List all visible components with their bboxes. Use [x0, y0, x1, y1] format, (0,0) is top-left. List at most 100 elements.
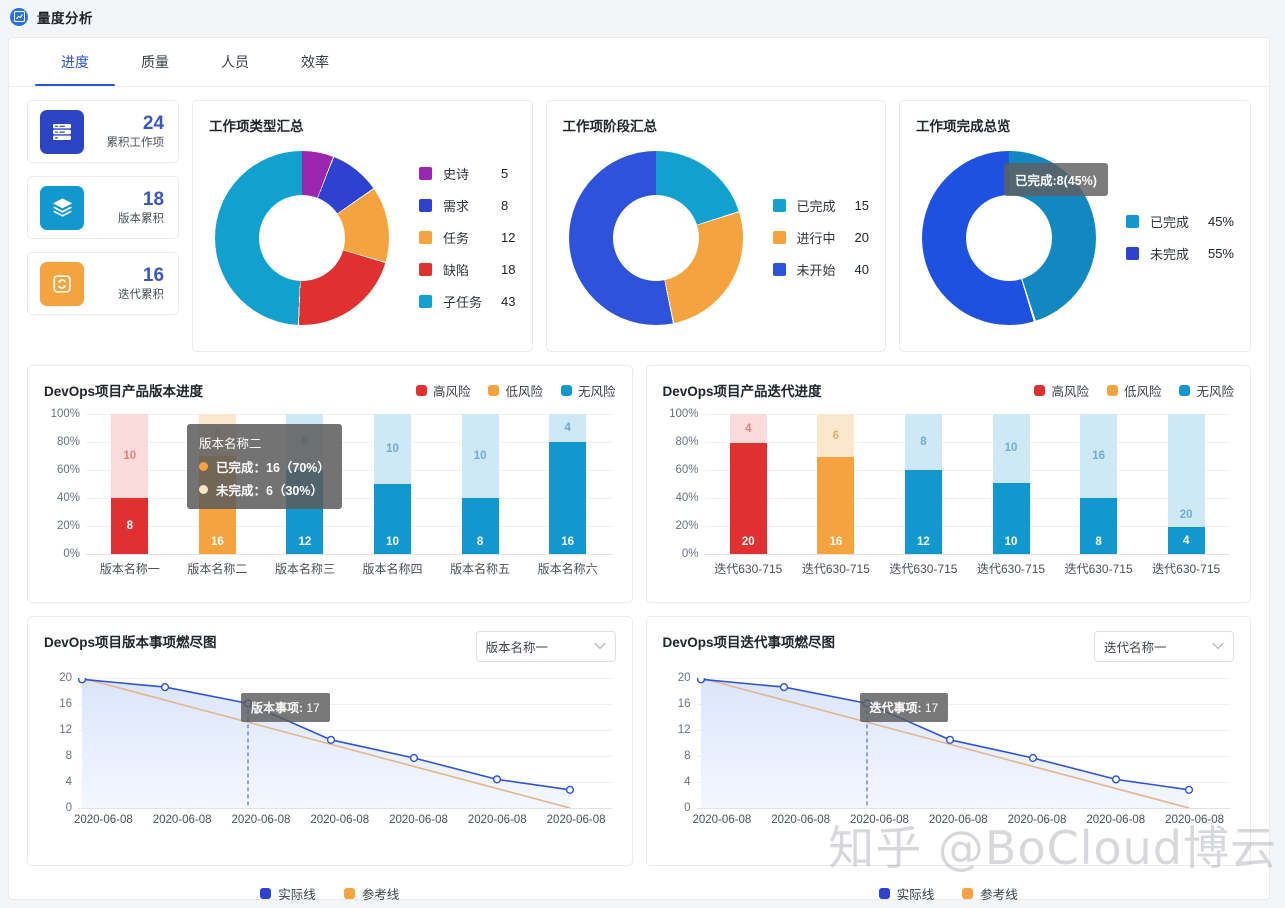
bar-column[interactable]: 10 10 — [349, 414, 437, 554]
legend-item[interactable]: 进行中 20 — [772, 228, 869, 247]
y-tick: 0% — [63, 548, 80, 560]
stat-card-versions[interactable]: 18 版本累积 — [27, 176, 180, 239]
x-tick: 迭代630-715 — [889, 562, 958, 576]
bar-column[interactable]: 16 8 — [1055, 414, 1143, 554]
bar-segment-remaining: 4 — [549, 414, 587, 442]
iteration-select[interactable]: 迭代名称一 — [1094, 631, 1234, 662]
bar-column[interactable]: 10 8 — [436, 414, 524, 554]
y-tick: 0 — [684, 802, 691, 814]
legend-value: 18 — [501, 262, 516, 277]
bar-segment-remaining: 20 — [1167, 414, 1205, 528]
burndown-row: DevOps项目版本事项燃尽图 版本名称一 20 16 12 8 4 0 版本事… — [9, 603, 1269, 902]
y-tick: 80% — [675, 436, 699, 448]
legend-item-low-risk[interactable]: 低风险 — [488, 381, 543, 400]
bar-segment-remaining: 10 — [374, 414, 412, 484]
legend-item-actual[interactable]: 实际线 — [878, 884, 934, 903]
metrics-dashboard: 量度分析 进度 质量 人员 效率 24 累积工作项 18 版本累积 16 迭代累… — [0, 0, 1285, 908]
legend-item[interactable]: 任务 12 — [419, 228, 516, 247]
legend-item-low-risk[interactable]: 低风险 — [1106, 381, 1161, 400]
chart-square-icon — [10, 7, 28, 26]
x-tick: 2020-06-08 — [850, 814, 909, 826]
legend-label: 子任务 — [443, 295, 483, 310]
legend-label: 参考线 — [980, 888, 1018, 902]
donut-chart-workitem-stages[interactable] — [568, 150, 743, 325]
legend-item[interactable]: 需求 8 — [419, 196, 515, 215]
legend-item-no-risk[interactable]: 无风险 — [1179, 381, 1234, 400]
bar-plot-area: 100% 80% 60% 40% 20% 0% — [44, 408, 616, 589]
x-tick: 2020-06-08 — [467, 814, 527, 826]
x-tick: 迭代630-715 — [1064, 562, 1133, 576]
tooltip-dot — [199, 485, 208, 494]
bar-segment-done: 8 — [111, 498, 149, 554]
x-tick: 版本名称二 — [187, 562, 248, 576]
legend-item-actual[interactable]: 实际线 — [260, 884, 316, 903]
bar-column[interactable]: 8 12 — [880, 414, 968, 554]
chart-card-iteration-progress: DevOps项目产品迭代进度 高风险 低风险 无风险 100% 80% 60% … — [645, 365, 1251, 603]
bar-segment-done: 20 — [729, 443, 767, 554]
y-tick: 80% — [56, 436, 80, 448]
chart-card-version-burndown: DevOps项目版本事项燃尽图 版本名称一 20 16 12 8 4 0 版本事… — [27, 616, 633, 902]
x-tick: 2020-06-08 — [546, 814, 606, 826]
legend-item[interactable]: 已完成 15 — [772, 196, 869, 215]
summary-row: 24 累积工作项 18 版本累积 16 迭代累积 工作项类型汇总 史诗 5 需求… — [9, 87, 1269, 352]
bar-column[interactable]: 20 4 — [1142, 414, 1230, 554]
select-value: 迭代名称一 — [1104, 641, 1167, 655]
bar-column[interactable]: 10 10 — [967, 414, 1055, 554]
bar-segment-done: 10 — [374, 484, 412, 554]
legend-swatch — [419, 295, 433, 308]
legend-item[interactable]: 未开始 40 — [772, 260, 869, 279]
donut-chart-workitem-types[interactable] — [215, 150, 390, 325]
legend-label: 已完成 — [1149, 215, 1189, 230]
x-tick: 版本名称三 — [274, 562, 335, 576]
stat-label: 累积工作项 — [106, 136, 165, 149]
legend-swatch — [1034, 384, 1046, 396]
version-select[interactable]: 版本名称一 — [475, 631, 616, 662]
legend-item-reference[interactable]: 参考线 — [962, 884, 1018, 903]
x-axis-labels: 2020-06-08 2020-06-08 2020-06-08 2020-06… — [64, 814, 616, 826]
legend-item[interactable]: 已完成 45% — [1125, 212, 1234, 231]
legend-item[interactable]: 缺陷 18 — [419, 260, 516, 279]
bar-column[interactable]: 4 20 — [705, 414, 793, 554]
stat-label: 版本累积 — [118, 212, 165, 225]
tooltip-value: 17 — [306, 701, 320, 715]
server-list-icon — [40, 109, 84, 154]
page-title: 量度分析 — [37, 10, 93, 26]
legend-item-reference[interactable]: 参考线 — [343, 884, 399, 903]
stat-card-workitems[interactable]: 24 累积工作项 — [27, 100, 180, 163]
legend-item[interactable]: 未完成 55% — [1125, 244, 1234, 263]
tab-personnel[interactable]: 人员 — [195, 38, 275, 86]
tab-quality[interactable]: 质量 — [115, 38, 195, 86]
app-header: 量度分析 — [0, 0, 1285, 33]
y-tick: 4 — [65, 776, 72, 788]
chart-title: DevOps项目产品迭代进度 — [662, 384, 822, 399]
bar-segment-remaining: 10 — [461, 414, 499, 498]
legend-item[interactable]: 史诗 5 — [419, 164, 515, 183]
legend-label: 无风险 — [1196, 384, 1234, 399]
legend-item-no-risk[interactable]: 无风险 — [560, 381, 616, 400]
select-value: 版本名称一 — [485, 641, 549, 655]
tab-progress[interactable]: 进度 — [35, 38, 115, 86]
legend-item-high-risk[interactable]: 高风险 — [415, 381, 470, 400]
x-tick: 2020-06-08 — [1007, 814, 1067, 826]
legend-label: 进行中 — [796, 231, 836, 246]
bar-column[interactable]: 10 8 — [86, 414, 174, 554]
legend-swatch — [419, 199, 433, 212]
chart-card-completion-overview: 工作项完成总览 已完成 45% 未完成 55% 已完成:8(45%) — [898, 100, 1251, 352]
tab-efficiency[interactable]: 效率 — [275, 38, 355, 86]
x-axis-labels: 版本名称一 版本名称二 版本名称三 版本名称四 版本名称五 版本名称六 — [86, 560, 612, 577]
chevron-down-icon — [593, 641, 606, 653]
bar-column[interactable]: 4 16 — [524, 414, 612, 554]
x-tick: 2020-06-08 — [152, 814, 212, 826]
stat-card-iterations[interactable]: 16 迭代累积 — [27, 252, 180, 315]
y-tick: 0% — [681, 548, 699, 560]
tooltip-title: 版本名称二 — [199, 437, 262, 451]
legend-item[interactable]: 子任务 43 — [419, 292, 516, 311]
bar-segment-remaining: 10 — [992, 414, 1030, 483]
donut-tooltip: 已完成:8(45%) — [1003, 163, 1108, 196]
y-tick: 60% — [56, 464, 80, 476]
chart-card-version-progress: DevOps项目产品版本进度 高风险 低风险 无风险 100% 80% 60% … — [27, 365, 633, 603]
chart-legend: 已完成 15 进行中 20 未开始 40 — [772, 196, 869, 279]
legend-item-high-risk[interactable]: 高风险 — [1034, 381, 1089, 400]
bar-column[interactable]: 6 16 — [792, 414, 880, 554]
chart-title: DevOps项目迭代事项燃尽图 — [662, 635, 836, 650]
